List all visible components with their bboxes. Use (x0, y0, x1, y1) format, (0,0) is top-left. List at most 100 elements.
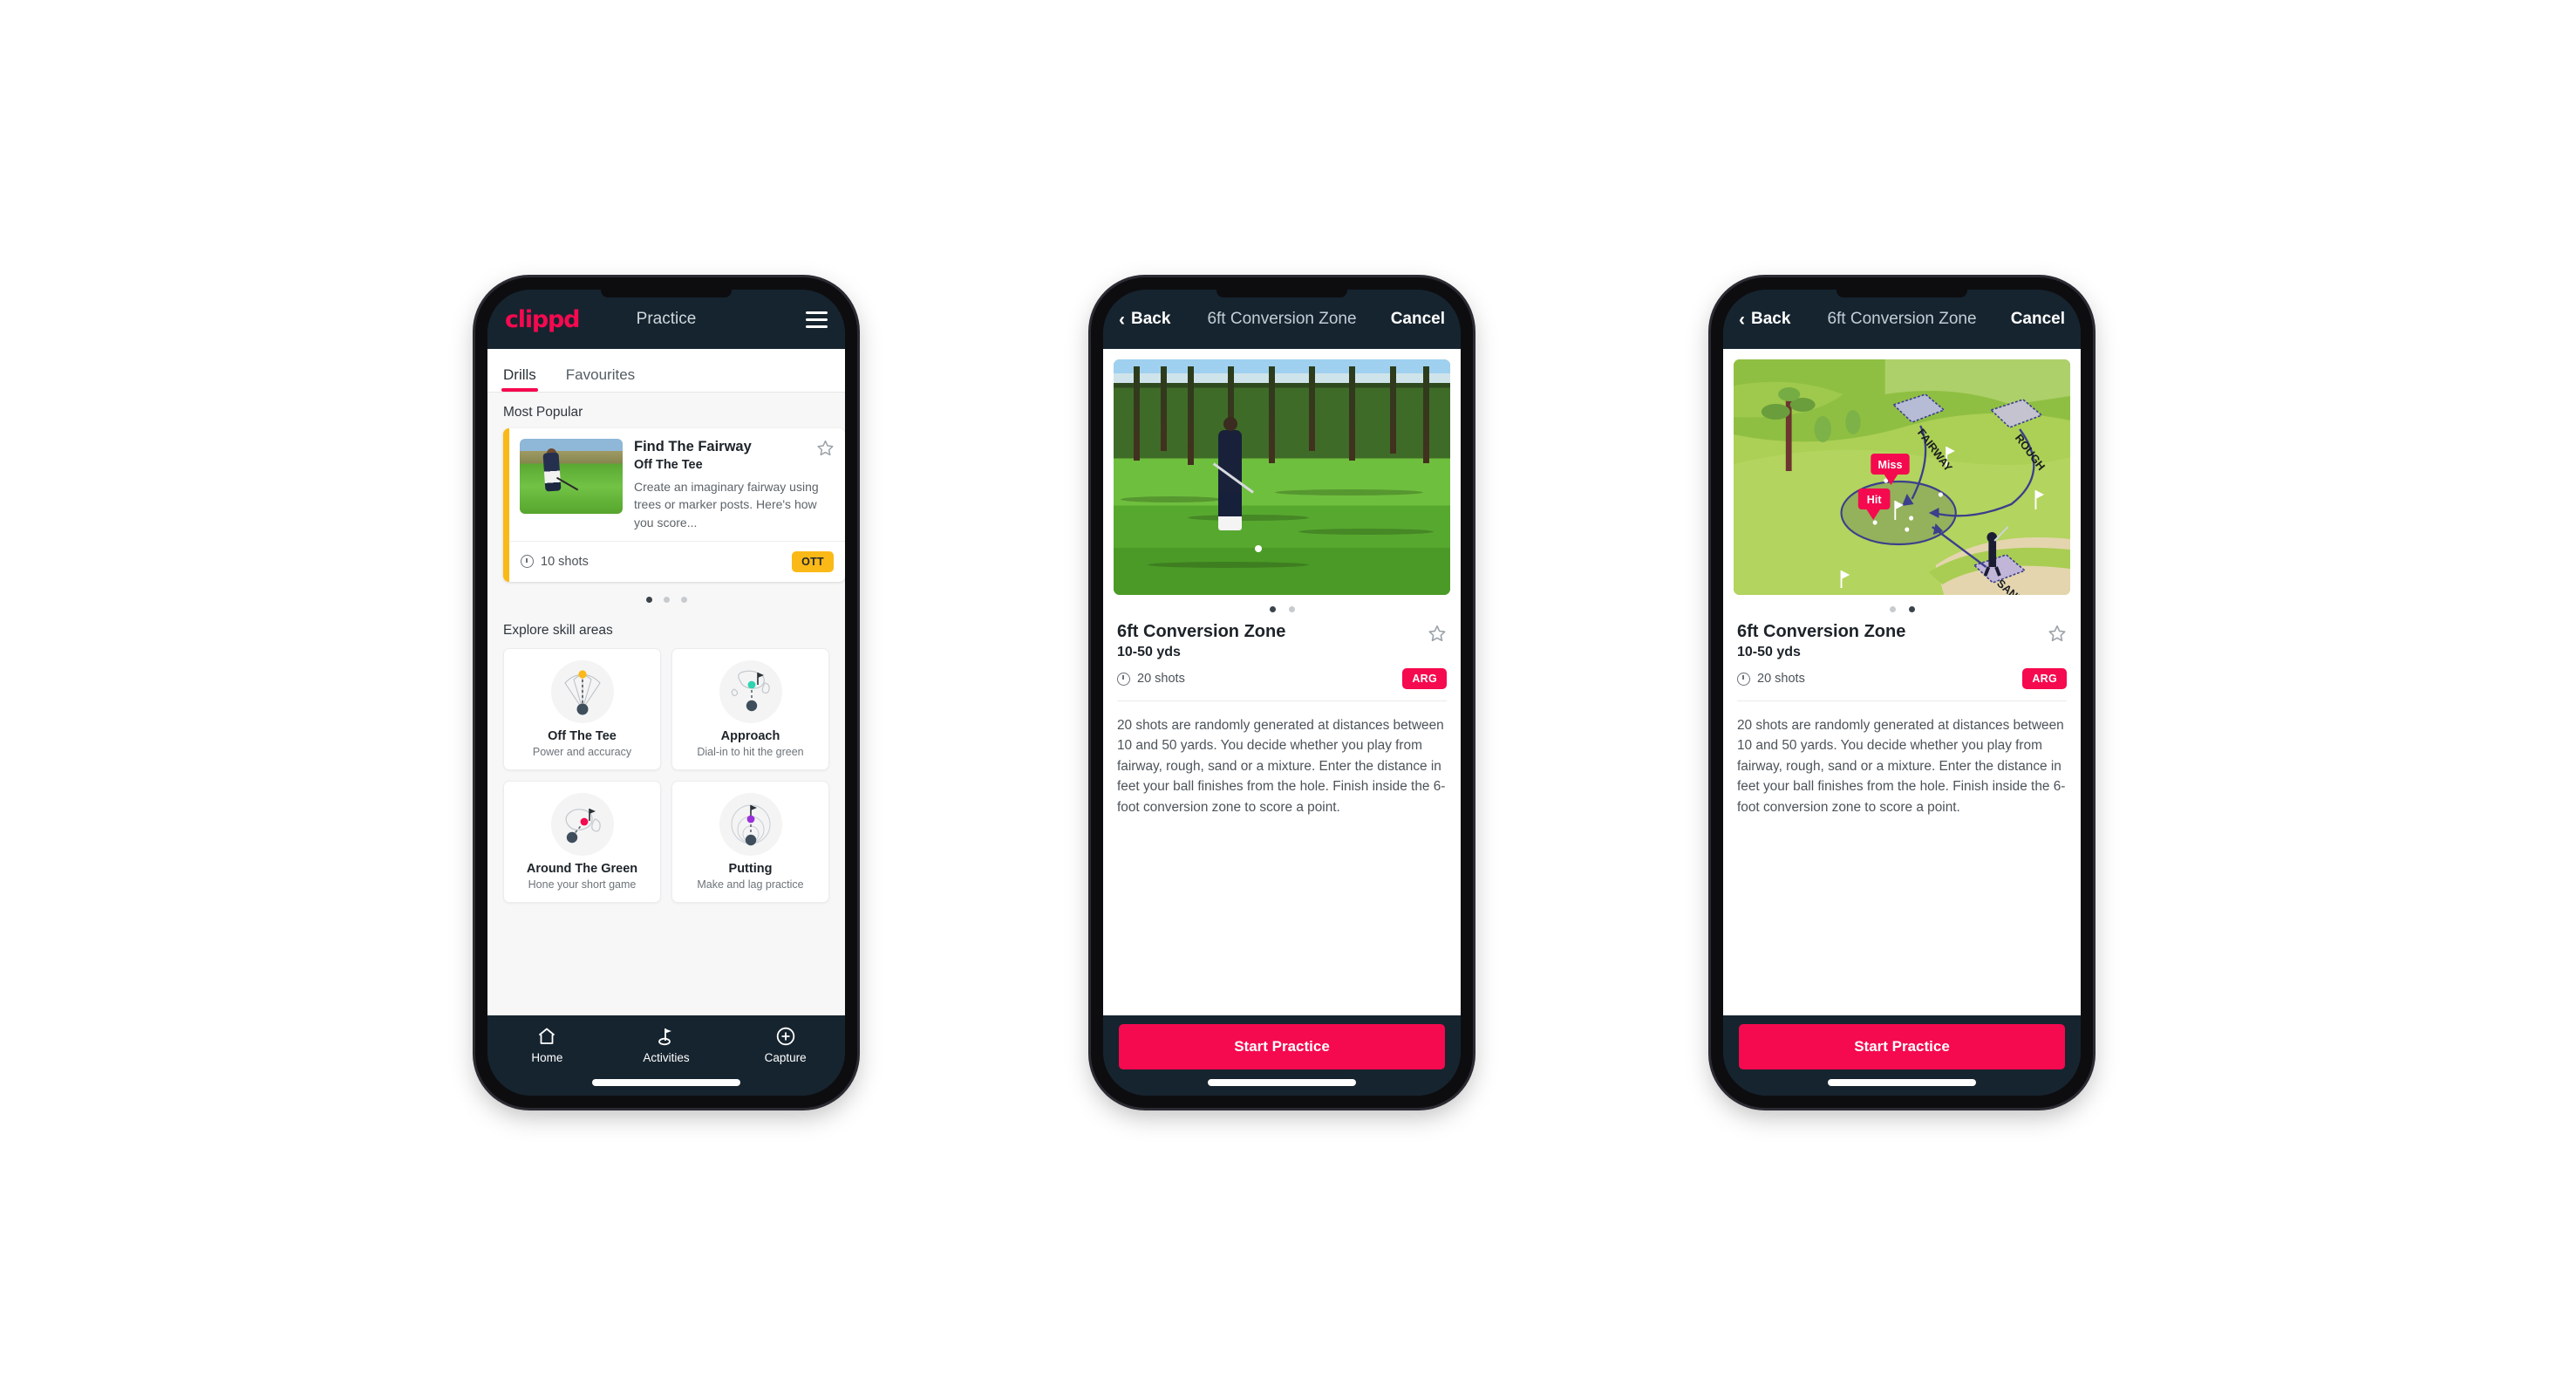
phone-1-screen: clippd Practice Drills Favourites Most P… (487, 290, 845, 1096)
detail-title: 6ft Conversion Zone (1117, 622, 1286, 641)
drill-shots: 10 shots (541, 554, 589, 569)
drill-description: Create an imaginary fairway using trees … (634, 479, 819, 530)
skill-card-off-the-tee[interactable]: Off The Tee Power and accuracy (503, 647, 661, 770)
clippd-logo[interactable]: clippd (505, 306, 581, 333)
skill-badge: OTT (792, 550, 834, 572)
hamburger-icon[interactable] (806, 311, 828, 328)
chevron-left-icon: ‹ (1119, 309, 1125, 330)
drills-scroll-area[interactable]: Most Popular Find The Fairway Off The Te… (487, 393, 845, 1015)
approach-green-icon (719, 659, 782, 723)
skill-name: Around The Green (526, 861, 638, 876)
star-outline-icon[interactable] (1428, 622, 1447, 647)
putting-rings-icon (719, 792, 782, 856)
app-header: clippd Practice (487, 290, 845, 349)
start-practice-button[interactable]: Start Practice (1119, 1024, 1445, 1069)
media-dot[interactable] (1288, 606, 1295, 612)
most-popular-label: Most Popular (503, 405, 583, 420)
plus-circle-icon (726, 1025, 845, 1048)
skill-desc: Power and accuracy (532, 745, 632, 758)
skill-name: Off The Tee (548, 728, 617, 743)
drill-title: Find The Fairway (634, 439, 752, 454)
media-carousel[interactable]: Miss Hit FAIRWAY ROUGH SAND (1723, 349, 2081, 595)
notch (1837, 290, 1967, 297)
svg-text:Miss: Miss (1878, 458, 1903, 471)
bottom-nav-home[interactable]: Home (487, 1025, 607, 1064)
phone-2-screen: ‹ Back 6ft Conversion Zone Cancel 6ft Co… (1103, 290, 1461, 1096)
skill-badge: ARG (1402, 668, 1447, 689)
detail-title-row: 6ft Conversion Zone 10-50 yds (1737, 622, 2067, 660)
skill-desc: Hone your short game (528, 878, 637, 891)
clock-icon (1117, 672, 1130, 686)
skill-name: Putting (728, 861, 773, 876)
detail-scroll-area[interactable]: Miss Hit FAIRWAY ROUGH SAND 6ft Conversi… (1723, 349, 2081, 1015)
explore-skill-areas-label: Explore skill areas (503, 622, 613, 638)
drill-card[interactable]: Find The Fairway Off The Tee Create an i… (503, 428, 845, 582)
media-dots[interactable] (1103, 595, 1461, 618)
detail-scroll-area[interactable]: 6ft Conversion Zone 10-50 yds 20 shots A… (1103, 349, 1461, 1015)
chevron-left-icon: ‹ (1739, 309, 1745, 330)
start-practice-button[interactable]: Start Practice (1739, 1024, 2065, 1069)
media-carousel[interactable] (1103, 349, 1461, 595)
star-outline-icon[interactable] (816, 439, 835, 461)
home-indicator (1208, 1079, 1356, 1086)
detail-shots-row: 20 shots ARG (1117, 668, 1447, 689)
skill-card-approach[interactable]: Approach Dial-in to hit the green (671, 647, 829, 770)
tab-drills[interactable]: Drills (501, 366, 538, 392)
skill-card-around-the-green[interactable]: Around The Green Hone your short game (503, 780, 661, 903)
skill-desc: Make and lag practice (697, 878, 804, 891)
home-indicator (592, 1079, 740, 1086)
back-label: Back (1131, 310, 1171, 328)
media-dot[interactable] (1908, 606, 1915, 612)
clock-icon (521, 555, 534, 569)
carousel-dot[interactable] (645, 596, 652, 603)
bottom-nav-activities[interactable]: Activities (607, 1025, 726, 1064)
phone-3-screen: ‹ Back 6ft Conversion Zone Cancel Miss H… (1723, 290, 2081, 1096)
bottom-nav-label: Activities (643, 1051, 690, 1064)
notch (1216, 290, 1347, 297)
cancel-button[interactable]: Cancel (1391, 310, 1445, 329)
detail-shots: 20 shots (1757, 672, 1805, 686)
drill-thumbnail (520, 439, 623, 514)
carousel-dots[interactable] (487, 582, 845, 611)
drill-photo[interactable] (1114, 359, 1450, 595)
bottom-nav-capture[interactable]: Capture (726, 1025, 845, 1064)
detail-info: 6ft Conversion Zone 10-50 yds 20 shots A… (1723, 618, 2081, 689)
star-outline-icon[interactable] (2048, 622, 2067, 647)
drill-card-footer: 10 shots OTT (509, 540, 845, 582)
detail-nav-bar: ‹ Back 6ft Conversion Zone Cancel (1103, 290, 1461, 349)
popular-carousel[interactable]: Find The Fairway Off The Tee Create an i… (487, 428, 845, 582)
chip-green-icon (550, 792, 614, 856)
carousel-dot[interactable] (680, 596, 687, 603)
carousel-dot[interactable] (663, 596, 670, 603)
home-icon (487, 1025, 607, 1048)
cancel-button[interactable]: Cancel (2011, 310, 2065, 329)
skill-card-putting[interactable]: Putting Make and lag practice (671, 780, 829, 903)
drill-diagram[interactable]: Miss Hit FAIRWAY ROUGH SAND (1734, 359, 2070, 595)
back-button[interactable]: ‹ Back (1739, 310, 1790, 329)
detail-nav-bar: ‹ Back 6ft Conversion Zone Cancel (1723, 290, 2081, 349)
detail-info: 6ft Conversion Zone 10-50 yds 20 shots A… (1103, 618, 1461, 689)
svg-text:Hit: Hit (1867, 493, 1882, 506)
tab-favourites[interactable]: Favourites (566, 366, 635, 392)
phone-3-drill-detail-diagram: ‹ Back 6ft Conversion Zone Cancel Miss H… (1711, 277, 2093, 1108)
phone-1-practice-list: clippd Practice Drills Favourites Most P… (475, 277, 857, 1108)
home-indicator (1828, 1079, 1976, 1086)
drill-card-top: Find The Fairway Off The Tee Create an i… (509, 428, 845, 541)
detail-description: 20 shots are randomly generated at dista… (1737, 718, 2066, 815)
screenshot-canvas: clippd Practice Drills Favourites Most P… (0, 0, 2576, 1387)
media-dots[interactable] (1723, 595, 2081, 618)
media-dot[interactable] (1269, 606, 1276, 612)
detail-description: 20 shots are randomly generated at dista… (1117, 718, 1446, 815)
bottom-nav-label: Home (531, 1051, 563, 1064)
skill-desc: Dial-in to hit the green (697, 745, 804, 758)
detail-shots-row: 20 shots ARG (1737, 668, 2067, 689)
tab-bar: Drills Favourites (487, 349, 845, 393)
bottom-nav-label: Capture (764, 1051, 807, 1064)
skill-name: Approach (720, 728, 780, 743)
back-button[interactable]: ‹ Back (1119, 310, 1170, 329)
skill-areas-grid: Off The Tee Power and accuracy Approach … (487, 646, 845, 915)
skill-badge: ARG (2022, 668, 2067, 689)
drill-meta: Find The Fairway Off The Tee Create an i… (634, 439, 835, 531)
tee-fan-icon (550, 659, 614, 723)
media-dot[interactable] (1889, 606, 1896, 612)
